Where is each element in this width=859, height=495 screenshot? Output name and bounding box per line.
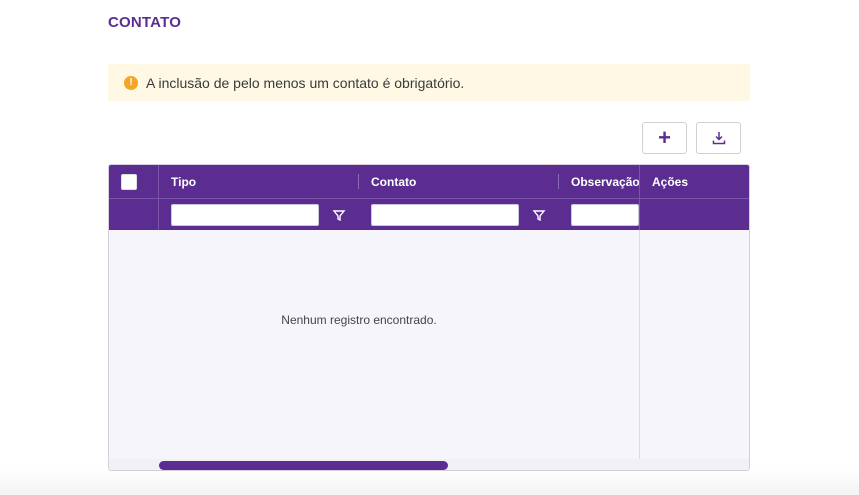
horizontal-scrollbar-thumb[interactable] — [159, 461, 448, 470]
grid-header-row: Tipo Contato Observação Ações — [109, 165, 749, 198]
page-bottom-shade — [0, 469, 859, 495]
download-icon — [712, 132, 725, 145]
add-contact-button[interactable]: + — [642, 122, 687, 154]
empty-grid-message: Nenhum registro encontrado. — [281, 313, 437, 327]
column-resizer[interactable] — [558, 174, 559, 189]
filter-input-observacao[interactable] — [571, 204, 639, 226]
section-title: CONTATO — [108, 14, 182, 31]
warning-message: A inclusão de pelo menos um contato é ob… — [146, 74, 465, 91]
filter-icon[interactable] — [532, 208, 546, 222]
grid-filter-row — [109, 198, 749, 230]
checkbox-column-divider — [158, 165, 159, 230]
actions-column-divider — [639, 165, 640, 230]
contacts-grid: Tipo Contato Observação Ações Nenhum reg… — [108, 164, 750, 471]
column-resizer[interactable] — [358, 174, 359, 189]
column-header-observacao[interactable]: Observação — [571, 165, 640, 198]
column-header-tipo[interactable]: Tipo — [171, 165, 196, 198]
column-header-acoes: Ações — [652, 174, 689, 189]
export-button[interactable] — [696, 122, 741, 154]
actions-column-border — [639, 230, 640, 470]
plus-icon: + — [658, 125, 671, 150]
column-header-contato[interactable]: Contato — [371, 165, 416, 198]
exclamation-circle-icon: ! — [124, 75, 138, 90]
select-all-checkbox[interactable] — [121, 174, 137, 190]
filter-input-contato[interactable] — [371, 204, 519, 226]
required-contact-warning: ! A inclusão de pelo menos um contato é … — [108, 64, 750, 101]
filter-input-tipo[interactable] — [171, 204, 319, 226]
filter-icon[interactable] — [332, 208, 346, 222]
